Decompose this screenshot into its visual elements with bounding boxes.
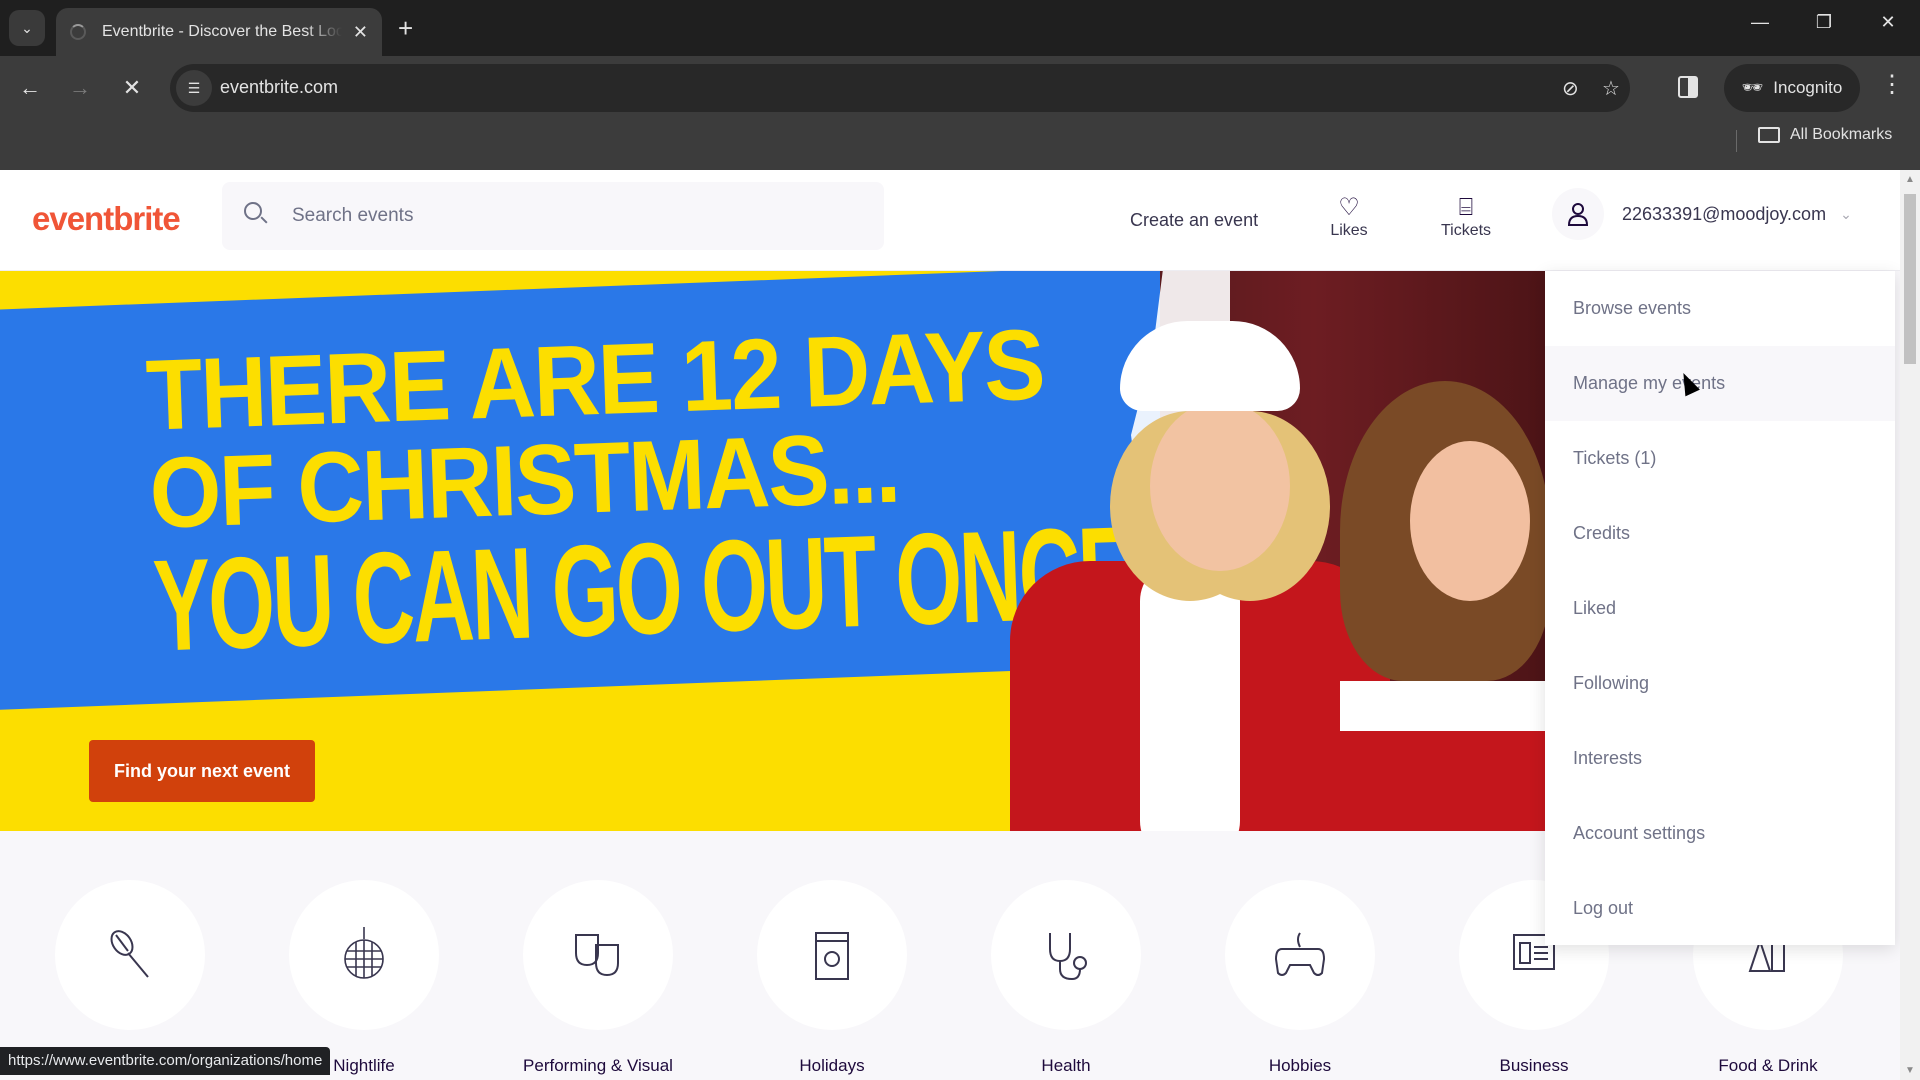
url-text[interactable]: eventbrite.com [220, 77, 338, 98]
bookmarks-separator [1736, 130, 1737, 152]
heart-icon: ♡ [1338, 194, 1360, 221]
likes-button[interactable]: ♡ Likes [1309, 194, 1389, 240]
hero-person-woman [1340, 381, 1545, 831]
incognito-indicator[interactable]: 🕶 Incognito [1724, 64, 1860, 112]
user-icon [1567, 203, 1589, 226]
scroll-up-arrow-icon[interactable]: ▲ [1905, 174, 1915, 185]
side-panel-icon[interactable] [1678, 76, 1698, 98]
incognito-icon: 🕶 [1741, 78, 1764, 97]
avatar [1552, 188, 1604, 240]
search-icon [244, 202, 262, 220]
account-menu-toggle[interactable]: 22633391@moodjoy.com ⌄ [1552, 188, 1852, 240]
category-label: Business [1499, 1056, 1569, 1075]
ticket-icon: ⌸ [1458, 194, 1474, 221]
loading-spinner-icon [70, 24, 86, 40]
browser-menu-button[interactable]: ⋮ [1880, 70, 1904, 99]
account-email: 22633391@moodjoy.com [1622, 203, 1827, 224]
eventbrite-logo[interactable]: eventbrite [32, 200, 181, 238]
category-hobbies[interactable]: Hobbies [1200, 880, 1400, 1076]
tab-list-button[interactable]: ⌄ [9, 10, 45, 46]
arrow-right-icon: → [69, 75, 91, 100]
scrollbar-thumb[interactable] [1904, 194, 1916, 364]
page-viewport: eventbrite Create an event ♡ Likes ⌸ Tic… [0, 170, 1920, 1080]
microphone-icon [110, 930, 149, 978]
find-next-event-button[interactable]: Find your next event [89, 740, 315, 802]
kebab-icon: ⋮ [1880, 71, 1904, 98]
category-label: Health [1041, 1056, 1091, 1075]
account-dropdown-menu: Browse events Manage my events Tickets (… [1545, 271, 1895, 945]
star-icon[interactable]: ☆ [1602, 76, 1620, 101]
calendar-sun-icon [815, 932, 849, 980]
all-bookmarks-label: All Bookmarks [1790, 126, 1893, 143]
category-label: Holidays [799, 1056, 865, 1075]
likes-label: Likes [1330, 222, 1368, 239]
menu-item-log-out[interactable]: Log out [1545, 871, 1895, 946]
menu-item-tickets[interactable]: Tickets (1) [1545, 421, 1895, 496]
close-window-button[interactable]: ✕ [1868, 12, 1908, 33]
menu-item-interests[interactable]: Interests [1545, 721, 1895, 796]
tune-icon: ☰ [187, 79, 201, 96]
menu-item-account-settings[interactable]: Account settings [1545, 796, 1895, 871]
category-label: Food & Drink [1718, 1056, 1818, 1075]
hero-headline: THERE ARE 12 DAYS OF CHRISTMAS... YOU CA… [144, 308, 1136, 679]
hero-banner[interactable]: THERE ARE 12 DAYS OF CHRISTMAS... YOU CA… [0, 271, 1545, 831]
browser-tab-bar: ⌄ Eventbrite - Discover the Best Local E… [0, 0, 1920, 56]
tab-title: Eventbrite - Discover the Best Local Eve… [102, 23, 342, 40]
gamepad-icon [1274, 932, 1326, 976]
hero-person-santa [1010, 321, 1390, 831]
site-info-button[interactable]: ☰ [176, 70, 212, 106]
restore-button[interactable]: ❐ [1804, 12, 1844, 33]
category-label: Hobbies [1268, 1056, 1332, 1075]
category-performing-visual[interactable]: Performing & Visual [498, 880, 698, 1076]
arrow-left-icon: ← [19, 75, 41, 100]
chevron-down-icon: ⌄ [1840, 205, 1852, 222]
category-label: Performing & Visual [523, 1056, 673, 1075]
page-scrollbar[interactable]: ▲ ▼ [1900, 170, 1920, 1080]
folder-icon [1758, 127, 1780, 143]
stethoscope-icon [1049, 933, 1087, 981]
forward-button[interactable]: → [66, 74, 94, 102]
minimize-button[interactable]: — [1740, 12, 1780, 33]
eye-off-icon[interactable]: ⊘ [1562, 76, 1579, 101]
chevron-down-icon: ⌄ [21, 19, 33, 36]
search-bar[interactable] [222, 182, 884, 250]
browser-toolbar: ← → ✕ ☰ eventbrite.com ⊘ ☆ 🕶 Incognito ⋮ [0, 56, 1920, 120]
category-holidays[interactable]: Holidays [732, 880, 932, 1076]
search-input[interactable] [292, 202, 852, 230]
back-button[interactable]: ← [16, 74, 44, 102]
theater-masks-icon [575, 934, 619, 977]
address-bar[interactable]: ☰ eventbrite.com ⊘ ☆ [170, 64, 1630, 112]
close-icon: ✕ [122, 75, 142, 100]
plus-icon: + [398, 13, 414, 43]
bookmarks-bar: All Bookmarks [0, 120, 1920, 170]
menu-item-manage-my-events[interactable]: Manage my events [1545, 346, 1895, 421]
menu-item-liked[interactable]: Liked [1545, 571, 1895, 646]
create-event-link[interactable]: Create an event [1130, 210, 1258, 231]
tickets-label: Tickets [1440, 222, 1492, 239]
site-header: eventbrite Create an event ♡ Likes ⌸ Tic… [0, 170, 1900, 271]
browser-tab[interactable]: Eventbrite - Discover the Best Local Eve… [56, 8, 382, 56]
menu-item-following[interactable]: Following [1545, 646, 1895, 721]
link-status-bubble: https://www.eventbrite.com/organizations… [0, 1047, 331, 1075]
hero-line-3: YOU CAN GO OUT ONCE [151, 498, 1136, 679]
tickets-button[interactable]: ⌸ Tickets [1426, 194, 1506, 240]
new-tab-button[interactable]: + [398, 12, 413, 44]
scroll-down-arrow-icon[interactable]: ▼ [1905, 1065, 1915, 1076]
menu-item-browse-events[interactable]: Browse events [1545, 271, 1895, 346]
incognito-label: Incognito [1773, 78, 1843, 97]
stop-loading-button[interactable]: ✕ [118, 74, 146, 102]
all-bookmarks-button[interactable]: All Bookmarks [1758, 126, 1892, 144]
close-tab-icon[interactable]: ✕ [353, 22, 368, 43]
menu-item-credits[interactable]: Credits [1545, 496, 1895, 571]
disco-ball-icon [344, 927, 384, 979]
category-health[interactable]: Health [966, 880, 1166, 1076]
